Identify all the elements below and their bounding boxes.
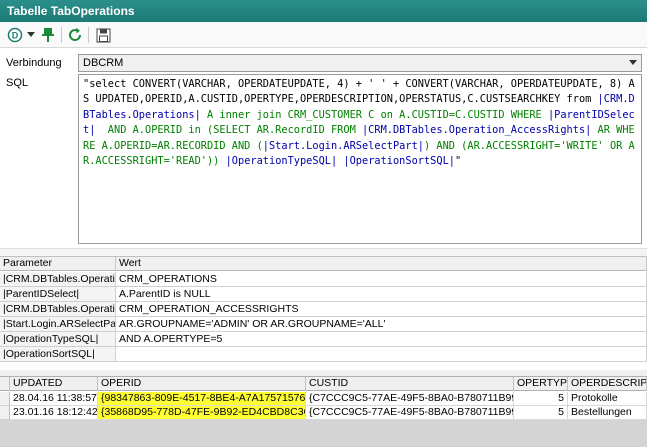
- parameter-name-cell[interactable]: |OperationTypeSQL|: [0, 332, 116, 347]
- row-indicator-header: [0, 377, 10, 391]
- row-indicator[interactable]: [0, 392, 10, 406]
- updated-cell[interactable]: 28.04.16 11:38:57: [10, 392, 98, 406]
- sql-parameter-token: |CRM.DBTables.Operation_AccessRights|: [361, 124, 592, 137]
- opertype-cell[interactable]: 5: [514, 392, 568, 406]
- column-header-wert[interactable]: Wert: [116, 257, 647, 271]
- sql-text: ": [454, 155, 462, 168]
- results-grid: UPDATED OPERID CUSTID OPERTYPE OPERDESCR…: [0, 376, 647, 420]
- parameter-value-cell[interactable]: CRM_OPERATION_ACCESSRIGHTS: [116, 302, 647, 317]
- sql-parameter-token: |OperationTypeSQL|: [225, 155, 338, 168]
- updated-cell[interactable]: 23.01.16 18:12:42: [10, 406, 98, 420]
- parameter-value-cell[interactable]: [116, 347, 647, 362]
- splitter[interactable]: [0, 248, 647, 256]
- parameter-name-cell[interactable]: |OperationSortSQL|: [0, 347, 116, 362]
- column-header-custid[interactable]: CUSTID: [306, 377, 514, 391]
- row-indicator[interactable]: [0, 406, 10, 420]
- save-icon[interactable]: [94, 26, 112, 44]
- parameter-name-cell[interactable]: |CRM.DBTables.Operatio...: [0, 302, 116, 317]
- column-header-parameter[interactable]: Parameter: [0, 257, 116, 271]
- svg-text:D: D: [12, 31, 19, 41]
- parameter-name-cell[interactable]: |Start.Login.ARSelectPart|: [0, 317, 116, 332]
- window-title: Tabelle TabOperations: [0, 0, 647, 22]
- custid-cell[interactable]: {C7CCC9C5-77AE-49F5-8BA0-B780711B994F}: [306, 392, 514, 406]
- connection-select[interactable]: DBCRM: [78, 54, 642, 72]
- parameter-name-cell[interactable]: |CRM.DBTables.Operati...: [0, 272, 116, 287]
- column-header-updated[interactable]: UPDATED: [10, 377, 98, 391]
- operid-cell[interactable]: {35868D95-778D-47FE-9B92-ED4CBD8C3CDE}: [98, 406, 306, 420]
- sql-parameter-token: |Start.Login.ARSelectPart|: [262, 139, 424, 152]
- parameter-name-cell[interactable]: |ParentIDSelect|: [0, 287, 116, 302]
- sql-editor[interactable]: "select CONVERT(VARCHAR, OPERDATEUPDATE,…: [78, 74, 642, 244]
- opertype-cell[interactable]: 5: [514, 406, 568, 420]
- column-header-operdescription[interactable]: OPERDESCRIPTION: [568, 377, 647, 391]
- sql-text: "select CONVERT(VARCHAR, OPERDATEUPDATE,…: [83, 78, 635, 106]
- parameter-value-cell[interactable]: AND A.OPERTYPE=5: [116, 332, 647, 347]
- parameter-value-cell[interactable]: CRM_OPERATIONS: [116, 272, 647, 287]
- sql-label: SQL: [6, 77, 29, 89]
- dropdown-icon[interactable]: [26, 26, 36, 44]
- column-header-opertype[interactable]: OPERTYPE: [514, 377, 568, 391]
- connection-value: DBCRM: [83, 57, 124, 69]
- pin-icon[interactable]: [40, 26, 56, 44]
- db-icon[interactable]: D: [6, 26, 24, 44]
- parameter-value-cell[interactable]: A.ParentID is NULL: [116, 287, 647, 302]
- toolbar: D: [0, 22, 647, 48]
- grid-empty-area: [0, 420, 647, 447]
- sql-text: A inner join CRM_CUSTOMER C on A.CUSTID=…: [200, 108, 548, 121]
- sql-parameter-token: |OperationSortSQL|: [343, 155, 455, 168]
- sql-text: AND A.OPERID in (SELECT AR.RecordID FROM: [95, 124, 362, 137]
- operdescription-cell[interactable]: Bestellungen: [568, 406, 647, 420]
- operdescription-cell[interactable]: Protokolle: [568, 392, 647, 406]
- parameter-value-cell[interactable]: AR.GROUPNAME='ADMIN' OR AR.GROUPNAME='AL…: [116, 317, 647, 332]
- toolbar-separator: [88, 27, 89, 43]
- custid-cell[interactable]: {C7CCC9C5-77AE-49F5-8BA0-B780711B994F}: [306, 406, 514, 420]
- chevron-down-icon[interactable]: [629, 60, 637, 65]
- toolbar-separator: [61, 27, 62, 43]
- column-header-operid[interactable]: OPERID: [98, 377, 306, 391]
- refresh-icon[interactable]: [66, 26, 84, 44]
- connection-label: Verbindung: [6, 57, 62, 69]
- operid-cell[interactable]: {98347863-809E-4517-8BE4-A7A175715760}: [98, 392, 306, 406]
- parameter-grid: Parameter Wert |CRM.DBTables.Operati... C…: [0, 256, 647, 370]
